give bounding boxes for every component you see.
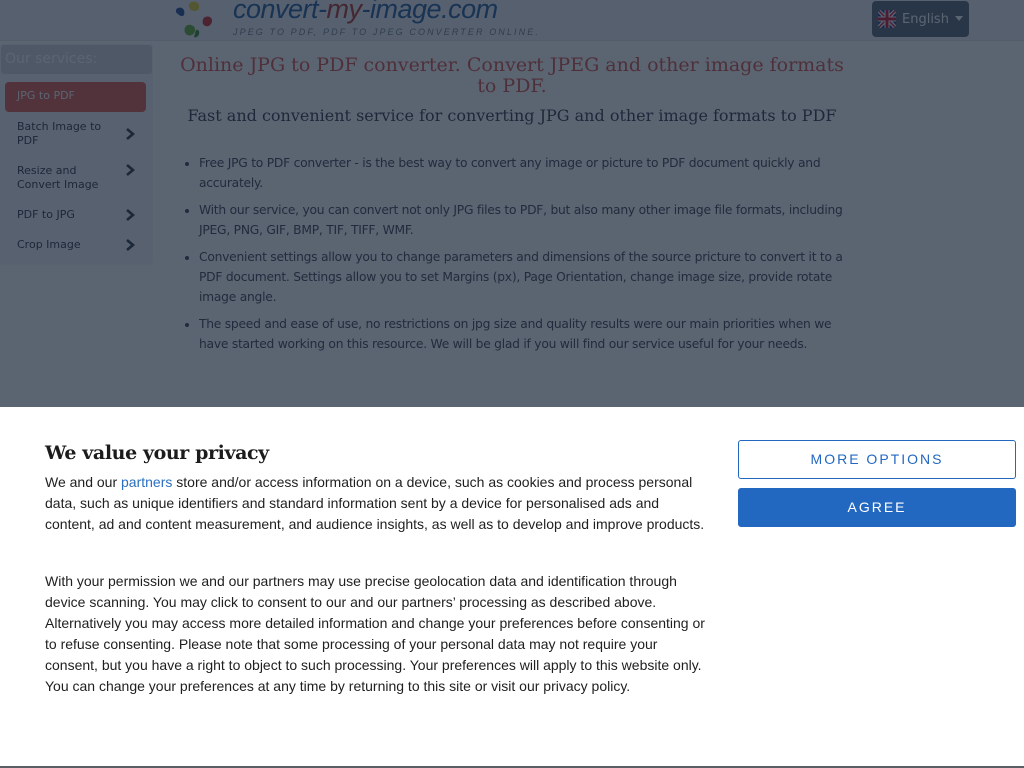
partners-link[interactable]: partners [121, 474, 172, 490]
consent-banner: We value your privacy We and our partner… [0, 407, 1024, 766]
consent-paragraph-1: We and our partners store and/or access … [45, 472, 705, 535]
agree-button[interactable]: AGREE [738, 488, 1016, 527]
more-options-button[interactable]: MORE OPTIONS [738, 440, 1016, 479]
consent-paragraph-2: With your permission we and our partners… [45, 573, 705, 694]
consent-heading: We value your privacy [45, 442, 269, 464]
consent-text: We and our [45, 474, 122, 490]
